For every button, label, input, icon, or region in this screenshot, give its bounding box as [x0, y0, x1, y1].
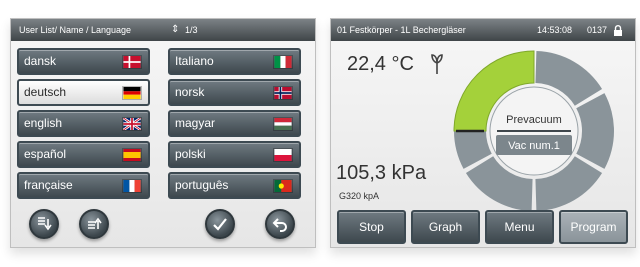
language-button-francaise[interactable]: française [17, 172, 150, 199]
portugal-flag-icon [273, 179, 293, 193]
language-label: norsk [175, 85, 205, 99]
poland-flag-icon [273, 148, 293, 162]
germany-flag-icon [122, 86, 142, 100]
language-button-portugues[interactable]: português [168, 172, 301, 199]
back-button[interactable] [265, 209, 295, 239]
breadcrumb: User List/ Name / Language [19, 25, 132, 35]
scroll-down-button[interactable] [29, 209, 59, 239]
confirm-button[interactable] [205, 209, 235, 239]
language-button-english[interactable]: english [17, 110, 150, 137]
scroll-up-icon [88, 217, 102, 229]
lock-icon[interactable] [613, 25, 623, 36]
top-bar: 01 Festkörper - 1L Bechergläser 14:53:08… [331, 19, 635, 41]
language-button-italiano[interactable]: Italiano [168, 48, 301, 75]
language-label: english [24, 116, 63, 130]
process-title: 01 Festkörper - 1L Bechergläser [337, 25, 466, 35]
temperature-value: 22,4 °C [347, 53, 414, 75]
back-arrow-icon [272, 218, 287, 232]
graph-button[interactable]: Graph [411, 210, 480, 244]
program-button[interactable]: Program [559, 210, 628, 244]
page-indicator: 1/3 [185, 25, 198, 35]
clock-time: 14:53:08 [537, 25, 573, 35]
ring-bottom-label: Vac num.1 [508, 140, 560, 152]
language-label: française [24, 178, 73, 192]
language-label: dansk [24, 54, 57, 68]
process-screen: 01 Festkörper - 1L Bechergläser 14:53:08… [330, 18, 636, 248]
language-button-espanol[interactable]: español [17, 141, 150, 168]
checkmark-icon [213, 218, 227, 231]
norway-flag-icon [273, 86, 293, 100]
page-updown-icon[interactable]: ⇕ [171, 19, 179, 41]
language-button-polski[interactable]: polski [168, 141, 301, 168]
language-button-deutsch[interactable]: deutsch [17, 79, 150, 106]
scroll-down-icon [38, 217, 52, 231]
language-button-dansk[interactable]: dansk [17, 48, 150, 75]
denmark-flag-icon [122, 55, 142, 69]
stop-button[interactable]: Stop [337, 210, 406, 244]
scroll-up-button[interactable] [79, 209, 109, 239]
italy-flag-icon [273, 55, 293, 69]
language-label: deutsch [24, 85, 67, 99]
language-label: magyar [175, 116, 216, 130]
ring-top-label: Prevacuum [506, 114, 562, 126]
language-button-magyar[interactable]: magyar [168, 110, 301, 137]
language-label: polski [175, 147, 206, 161]
language-label: português [175, 178, 229, 192]
uk-flag-icon [122, 117, 142, 131]
menu-button[interactable]: Menu [485, 210, 554, 244]
spain-flag-icon [122, 148, 142, 162]
top-bar: User List/ Name / Language ⇕ 1/3 [11, 19, 315, 41]
gauge-label: G320 kpA [339, 191, 380, 201]
pressure-value: 105,3 kPa [336, 162, 427, 184]
language-label: Italiano [175, 54, 214, 68]
progress-ring[interactable]: Prevacuum Vac num.1 [439, 45, 629, 215]
language-screen: User List/ Name / Language ⇕ 1/3 dansk d… [10, 18, 316, 248]
hungary-flag-icon [273, 117, 293, 131]
process-code: 0137 [587, 25, 608, 35]
language-label: español [24, 147, 67, 161]
france-flag-icon [122, 179, 142, 193]
ring-segment [576, 93, 614, 169]
language-button-norsk[interactable]: norsk [168, 79, 301, 106]
